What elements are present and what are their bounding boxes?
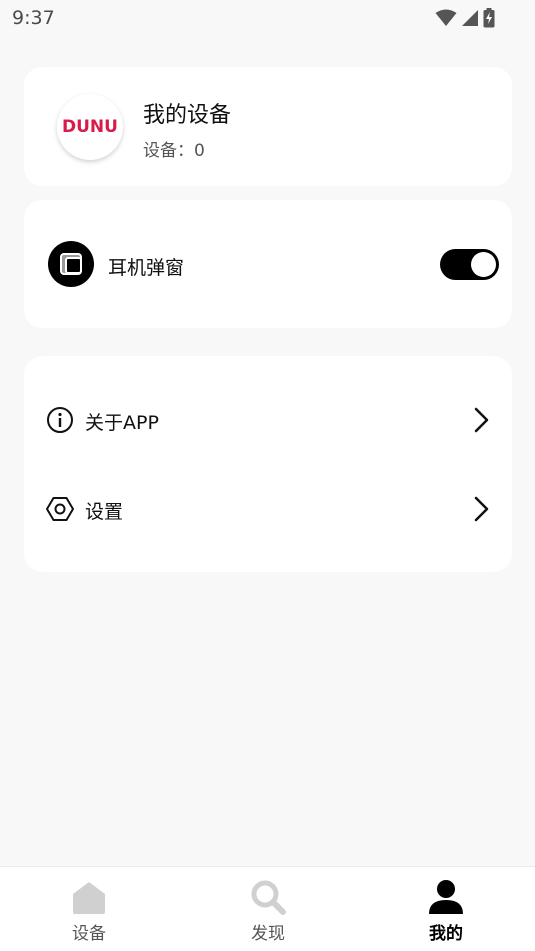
wifi-icon [435, 9, 457, 27]
popup-window-icon [48, 241, 94, 287]
nav-label: 发现 [251, 924, 285, 944]
info-icon [46, 406, 74, 434]
status-time: 9:37 [12, 7, 55, 29]
nav-item-mine[interactable]: 我的 [386, 867, 506, 951]
menu-item-label: 设置 [85, 501, 124, 523]
screen: 9:37 DUNU 我的设备 设备：0 耳机弹窗 关于APP 设置 设备 发现 … [0, 0, 535, 951]
status-bar: 9:37 [0, 0, 535, 36]
earphone-popup-label: 耳机弹窗 [108, 257, 185, 279]
cell-signal-icon [461, 9, 479, 27]
brand-logo-avatar: DUNU [57, 94, 123, 160]
chevron-right-icon [472, 495, 492, 523]
nav-label: 设备 [72, 924, 106, 944]
earphone-popup-card: 耳机弹窗 [24, 200, 512, 328]
menu-card: 关于APP 设置 [24, 356, 512, 572]
device-count: 设备：0 [143, 141, 205, 161]
bottom-nav: 设备 发现 我的 [0, 866, 535, 951]
chevron-right-icon [472, 406, 492, 434]
battery-charging-icon [483, 8, 495, 28]
brand-logo-text: DUNU [62, 117, 118, 137]
toggle-knob [471, 252, 496, 277]
nav-label: 我的 [429, 924, 463, 944]
settings-hexagon-icon [46, 495, 74, 523]
person-icon [428, 879, 464, 915]
search-icon [250, 879, 286, 915]
menu-item-label: 关于APP [85, 412, 159, 434]
status-icons [435, 8, 495, 28]
nav-item-device[interactable]: 设备 [29, 867, 149, 951]
device-title: 我的设备 [143, 103, 232, 128]
home-icon [71, 879, 107, 915]
nav-item-discover[interactable]: 发现 [208, 867, 328, 951]
earphone-popup-toggle[interactable] [440, 249, 499, 280]
menu-item-settings[interactable]: 设置 [24, 478, 512, 538]
my-device-card[interactable]: DUNU 我的设备 设备：0 [24, 67, 512, 186]
menu-item-about-app[interactable]: 关于APP [24, 389, 512, 449]
